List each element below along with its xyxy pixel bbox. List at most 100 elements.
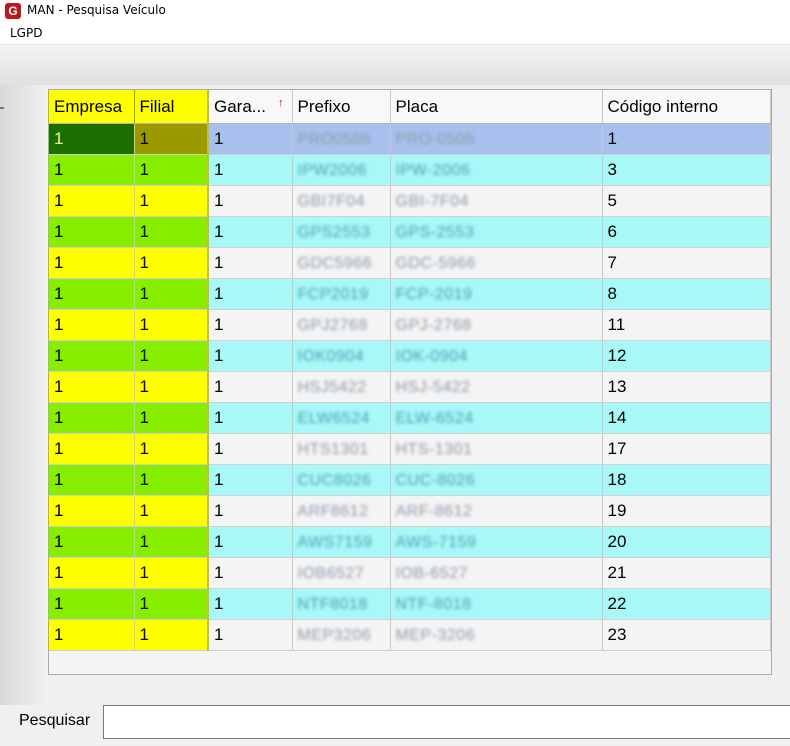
cell-codigo[interactable]: 1	[602, 123, 771, 155]
cell-filial[interactable]: 1	[134, 340, 209, 372]
table-row[interactable]: 1 1 1 MEP3206 MEP-3206 23	[49, 619, 771, 651]
cell-garagem[interactable]: 1	[208, 309, 293, 341]
cell-empresa[interactable]: 1	[49, 433, 135, 465]
cell-codigo[interactable]: 23	[602, 619, 771, 651]
cell-filial[interactable]: 1	[134, 309, 209, 341]
cell-empresa[interactable]: 1	[49, 309, 135, 341]
cell-empresa[interactable]: 1	[49, 185, 135, 217]
cell-placa[interactable]: MEP-3206	[390, 619, 603, 651]
cell-prefixo[interactable]: GPS2553	[292, 216, 391, 248]
table-row[interactable]: 1 1 1 HTS1301 HTS-1301 17	[49, 433, 771, 465]
cell-prefixo[interactable]: NTF8018	[292, 588, 391, 620]
cell-garagem[interactable]: 1	[208, 278, 293, 310]
cell-filial[interactable]: 1	[134, 185, 209, 217]
cell-garagem[interactable]: 1	[208, 557, 293, 589]
menu-item-lgpd[interactable]: LGPD	[10, 26, 42, 40]
table-row[interactable]: 1 1 1 GPS2553 GPS-2553 6	[49, 216, 771, 248]
cell-empresa[interactable]: 1	[49, 526, 135, 558]
cell-placa[interactable]: GDC-5966	[390, 247, 603, 279]
table-row[interactable]: 1 1 1 GPJ2768 GPJ-2768 11	[49, 309, 771, 341]
cell-prefixo[interactable]: PRO0505	[292, 123, 391, 155]
cell-prefixo[interactable]: HSJ5422	[292, 371, 391, 403]
cell-codigo[interactable]: 3	[602, 154, 771, 186]
cell-empresa[interactable]: 1	[49, 371, 135, 403]
table-row[interactable]: 1 1 1 IPW2006 IPW-2006 3	[49, 154, 771, 186]
cell-prefixo[interactable]: ELW6524	[292, 402, 391, 434]
cell-placa[interactable]: PRO-0505	[390, 123, 603, 155]
cell-filial[interactable]: 1	[134, 464, 209, 496]
cell-placa[interactable]: GBI-7F04	[390, 185, 603, 217]
cell-codigo[interactable]: 22	[602, 588, 771, 620]
column-header-filial[interactable]: Filial	[134, 90, 209, 124]
cell-garagem[interactable]: 1	[208, 154, 293, 186]
cell-placa[interactable]: IOB-6527	[390, 557, 603, 589]
table-row[interactable]: 1 1 1 GBI7F04 GBI-7F04 5	[49, 185, 771, 217]
cell-empresa[interactable]: 1	[49, 278, 135, 310]
cell-codigo[interactable]: 12	[602, 340, 771, 372]
cell-prefixo[interactable]: CUC8026	[292, 464, 391, 496]
cell-empresa[interactable]: 1	[49, 619, 135, 651]
cell-garagem[interactable]: 1	[208, 371, 293, 403]
cell-garagem[interactable]: 1	[208, 123, 293, 155]
table-row[interactable]: 1 1 1 ARF8612 ARF-8612 19	[49, 495, 771, 527]
cell-prefixo[interactable]: IOK0904	[292, 340, 391, 372]
cell-placa[interactable]: FCP-2019	[390, 278, 603, 310]
cell-empresa[interactable]: 1	[49, 123, 135, 155]
cell-placa[interactable]: IOK-0904	[390, 340, 603, 372]
cell-garagem[interactable]: 1	[208, 495, 293, 527]
cell-filial[interactable]: 1	[134, 247, 209, 279]
cell-empresa[interactable]: 1	[49, 464, 135, 496]
cell-empresa[interactable]: 1	[49, 402, 135, 434]
cell-empresa[interactable]: 1	[49, 588, 135, 620]
cell-garagem[interactable]: 1	[208, 464, 293, 496]
cell-garagem[interactable]: 1	[208, 619, 293, 651]
column-header-codigo-interno[interactable]: Código interno	[602, 90, 771, 124]
cell-prefixo[interactable]: ARF8612	[292, 495, 391, 527]
cell-empresa[interactable]: 1	[49, 247, 135, 279]
search-input[interactable]	[103, 705, 790, 739]
cell-empresa[interactable]: 1	[49, 216, 135, 248]
cell-garagem[interactable]: 1	[208, 402, 293, 434]
table-row[interactable]: 1 1 1 IOK0904 IOK-0904 12	[49, 340, 771, 372]
table-row[interactable]: 1 1 1 GDC5966 GDC-5966 7	[49, 247, 771, 279]
table-row[interactable]: 1 1 1 IOB6527 IOB-6527 21	[49, 557, 771, 589]
cell-placa[interactable]: GPS-2553	[390, 216, 603, 248]
cell-prefixo[interactable]: GPJ2768	[292, 309, 391, 341]
cell-prefixo[interactable]: IOB6527	[292, 557, 391, 589]
cell-prefixo[interactable]: AWS7159	[292, 526, 391, 558]
cell-empresa[interactable]: 1	[49, 495, 135, 527]
cell-codigo[interactable]: 5	[602, 185, 771, 217]
cell-garagem[interactable]: 1	[208, 216, 293, 248]
cell-codigo[interactable]: 19	[602, 495, 771, 527]
cell-prefixo[interactable]: MEP3206	[292, 619, 391, 651]
cell-placa[interactable]: ARF-8612	[390, 495, 603, 527]
cell-prefixo[interactable]: GBI7F04	[292, 185, 391, 217]
cell-filial[interactable]: 1	[134, 495, 209, 527]
column-header-placa[interactable]: Placa	[390, 90, 603, 124]
cell-placa[interactable]: CUC-8026	[390, 464, 603, 496]
cell-placa[interactable]: NTF-8018	[390, 588, 603, 620]
cell-codigo[interactable]: 13	[602, 371, 771, 403]
cell-codigo[interactable]: 11	[602, 309, 771, 341]
cell-prefixo[interactable]: IPW2006	[292, 154, 391, 186]
table-row[interactable]: 1 1 1 HSJ5422 HSJ-5422 13	[49, 371, 771, 403]
cell-filial[interactable]: 1	[134, 526, 209, 558]
table-row[interactable]: 1 1 1 PRO0505 PRO-0505 1	[49, 123, 771, 155]
cell-filial[interactable]: 1	[134, 557, 209, 589]
cell-garagem[interactable]: 1	[208, 185, 293, 217]
cell-placa[interactable]: IPW-2006	[390, 154, 603, 186]
cell-placa[interactable]: HTS-1301	[390, 433, 603, 465]
cell-filial[interactable]: 1	[134, 371, 209, 403]
cell-garagem[interactable]: 1	[208, 526, 293, 558]
column-header-garagem[interactable]: Gara... ↑	[208, 90, 293, 124]
vehicle-grid[interactable]: Empresa Filial Gara... ↑ Prefixo Placa C…	[48, 89, 772, 675]
cell-placa[interactable]: GPJ-2768	[390, 309, 603, 341]
cell-empresa[interactable]: 1	[49, 154, 135, 186]
cell-garagem[interactable]: 1	[208, 340, 293, 372]
cell-codigo[interactable]: 14	[602, 402, 771, 434]
cell-codigo[interactable]: 7	[602, 247, 771, 279]
cell-placa[interactable]: AWS-7159	[390, 526, 603, 558]
cell-prefixo[interactable]: GDC5966	[292, 247, 391, 279]
cell-empresa[interactable]: 1	[49, 557, 135, 589]
table-row[interactable]: 1 1 1 CUC8026 CUC-8026 18	[49, 464, 771, 496]
